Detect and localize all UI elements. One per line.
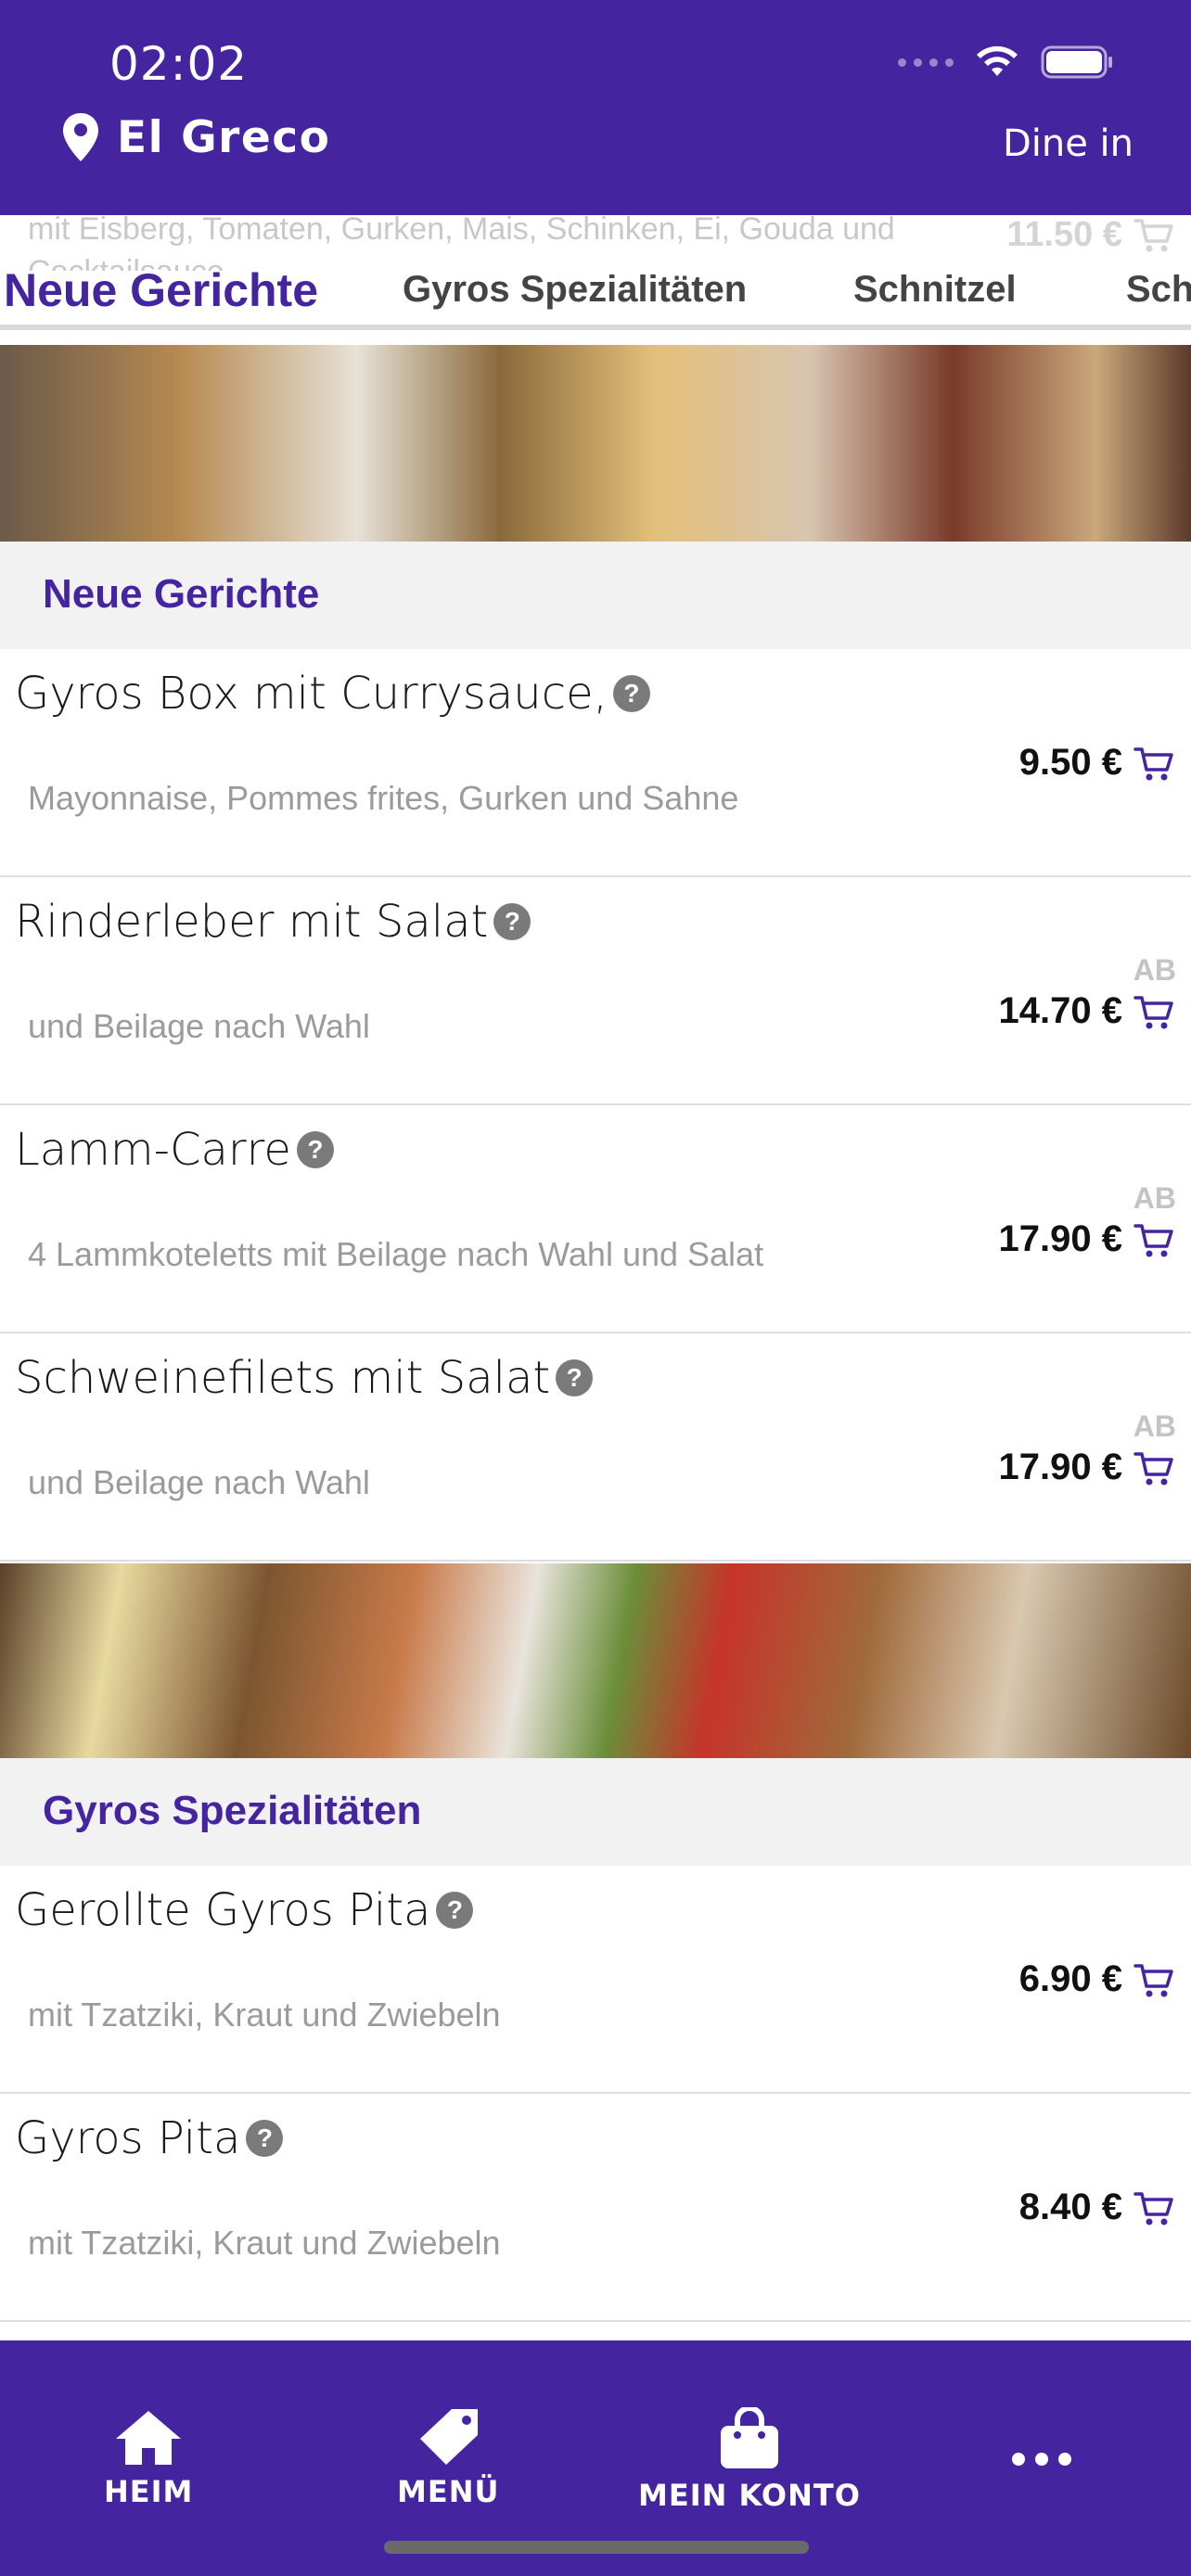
- nav-home-label: HEIM: [104, 2474, 194, 2509]
- nav-menu[interactable]: MENÜ: [397, 2407, 499, 2509]
- app-header: 02:02 El Greco Dine in: [0, 0, 1191, 215]
- cart-icon[interactable]: [1133, 1962, 1174, 1999]
- section-title: Gyros Spezialitäten: [43, 1788, 422, 1833]
- price-prefix: AB: [1133, 1181, 1176, 1215]
- menu-item-name: Schweinefilets mit Salat?: [15, 1352, 594, 1404]
- nav-more[interactable]: [1009, 2450, 1074, 2468]
- cart-icon[interactable]: [1133, 1222, 1174, 1259]
- category-banner-image: [0, 1563, 1191, 1758]
- nav-home[interactable]: HEIM: [104, 2407, 193, 2509]
- nav-account[interactable]: MEIN KONTO: [638, 2407, 861, 2513]
- cart-icon[interactable]: [1133, 1450, 1174, 1487]
- price-prefix: AB: [1133, 953, 1176, 987]
- tag-icon: [420, 2409, 479, 2465]
- menu-item-price: 9.50 €: [1018, 742, 1122, 783]
- restaurant-selector[interactable]: El Greco: [61, 111, 330, 163]
- menu-item-description: mit Tzatziki, Kraut und Zwiebeln: [28, 1996, 501, 2034]
- status-icons: [898, 45, 1115, 80]
- cellular-signal-icon: [898, 57, 954, 67]
- section-header: Neue Gerichte: [0, 542, 1191, 649]
- price-prefix: AB: [1133, 1409, 1176, 1443]
- category-tabs: Neue Gerichte Gyros Spezialitäten Schnit…: [0, 261, 1191, 328]
- menu-item[interactable]: Lamm-Carre? 4 Lammkoteletts mit Beilage …: [0, 1105, 1191, 1333]
- menu-item-description: mit Tzatziki, Kraut und Zwiebeln: [28, 2224, 501, 2262]
- help-icon[interactable]: ?: [556, 1359, 594, 1396]
- tabs-divider: [0, 325, 1191, 330]
- menu-item-description: 4 Lammkoteletts mit Beilage nach Wahl un…: [28, 1235, 764, 1273]
- section-header: Gyros Spezialitäten: [0, 1758, 1191, 1866]
- menu-item-name: Gyros Box mit Currysauce,?: [15, 668, 650, 720]
- section-title: Neue Gerichte: [43, 571, 320, 617]
- menu-item-price: 17.90 €: [998, 1218, 1122, 1259]
- menu-item[interactable]: Gyros Box mit Currysauce,? Mayonnaise, P…: [0, 649, 1191, 877]
- menu-item-price: 17.90 €: [998, 1447, 1122, 1487]
- menu-item-name: Lamm-Carre?: [15, 1124, 334, 1176]
- menu-item-name: Gyros Pita?: [15, 2112, 284, 2164]
- battery-icon: [1041, 45, 1112, 79]
- menu-item[interactable]: Gyros Pita? mit Tzatziki, Kraut und Zwie…: [0, 2094, 1191, 2322]
- cart-icon[interactable]: [1133, 994, 1174, 1031]
- tab-schnitzel[interactable]: Schnitzel: [853, 269, 1017, 311]
- nav-account-label: MEIN KONTO: [638, 2478, 861, 2513]
- menu-item[interactable]: Rinderleber mit Salat? und Beilage nach …: [0, 877, 1191, 1105]
- menu-item-name: Rinderleber mit Salat?: [15, 896, 531, 948]
- menu-item[interactable]: Schweinefilets mit Salat? und Beilage na…: [0, 1333, 1191, 1562]
- tab-sch[interactable]: Sch: [1126, 269, 1191, 311]
- location-pin-icon: [63, 113, 98, 161]
- more-icon: [1012, 2453, 1071, 2466]
- help-icon[interactable]: ?: [436, 1892, 474, 1929]
- menu-item-description: und Beilage nach Wahl: [28, 1463, 370, 1501]
- cart-icon[interactable]: [1133, 746, 1174, 783]
- wifi-icon: [977, 45, 1018, 76]
- menu-item-price: 8.40 €: [1018, 2187, 1122, 2227]
- menu-item[interactable]: Gerollte Gyros Pita? mit Tzatziki, Kraut…: [0, 1866, 1191, 2094]
- category-banner-image: [0, 345, 1191, 542]
- help-icon[interactable]: ?: [612, 675, 650, 712]
- cart-icon: [1133, 219, 1173, 252]
- status-time: 02:02: [109, 37, 249, 91]
- menu-item-name: Gerollte Gyros Pita?: [15, 1884, 474, 1936]
- help-icon[interactable]: ?: [246, 2120, 284, 2157]
- menu-item-description: und Beilage nach Wahl: [28, 1007, 370, 1045]
- peek-item-price: 11.50 €: [1006, 215, 1122, 254]
- tab-neue-gerichte[interactable]: Neue Gerichte: [4, 263, 318, 317]
- tab-gyros-spezialitaeten[interactable]: Gyros Spezialitäten: [403, 269, 747, 311]
- restaurant-name: El Greco: [117, 111, 331, 163]
- menu-item-price: 14.70 €: [998, 990, 1122, 1031]
- home-indicator: [384, 2541, 809, 2554]
- menu-item-price: 6.90 €: [1018, 1958, 1122, 1999]
- nav-menu-label: MENÜ: [397, 2474, 500, 2509]
- cart-icon[interactable]: [1133, 2190, 1174, 2227]
- menu-item-description: Mayonnaise, Pommes frites, Gurken und Sa…: [28, 779, 739, 817]
- help-icon[interactable]: ?: [493, 903, 531, 940]
- home-icon: [116, 2411, 182, 2465]
- shopping-bag-icon: [720, 2407, 778, 2468]
- order-mode-toggle[interactable]: Dine in: [1003, 122, 1133, 165]
- help-icon[interactable]: ?: [296, 1131, 334, 1168]
